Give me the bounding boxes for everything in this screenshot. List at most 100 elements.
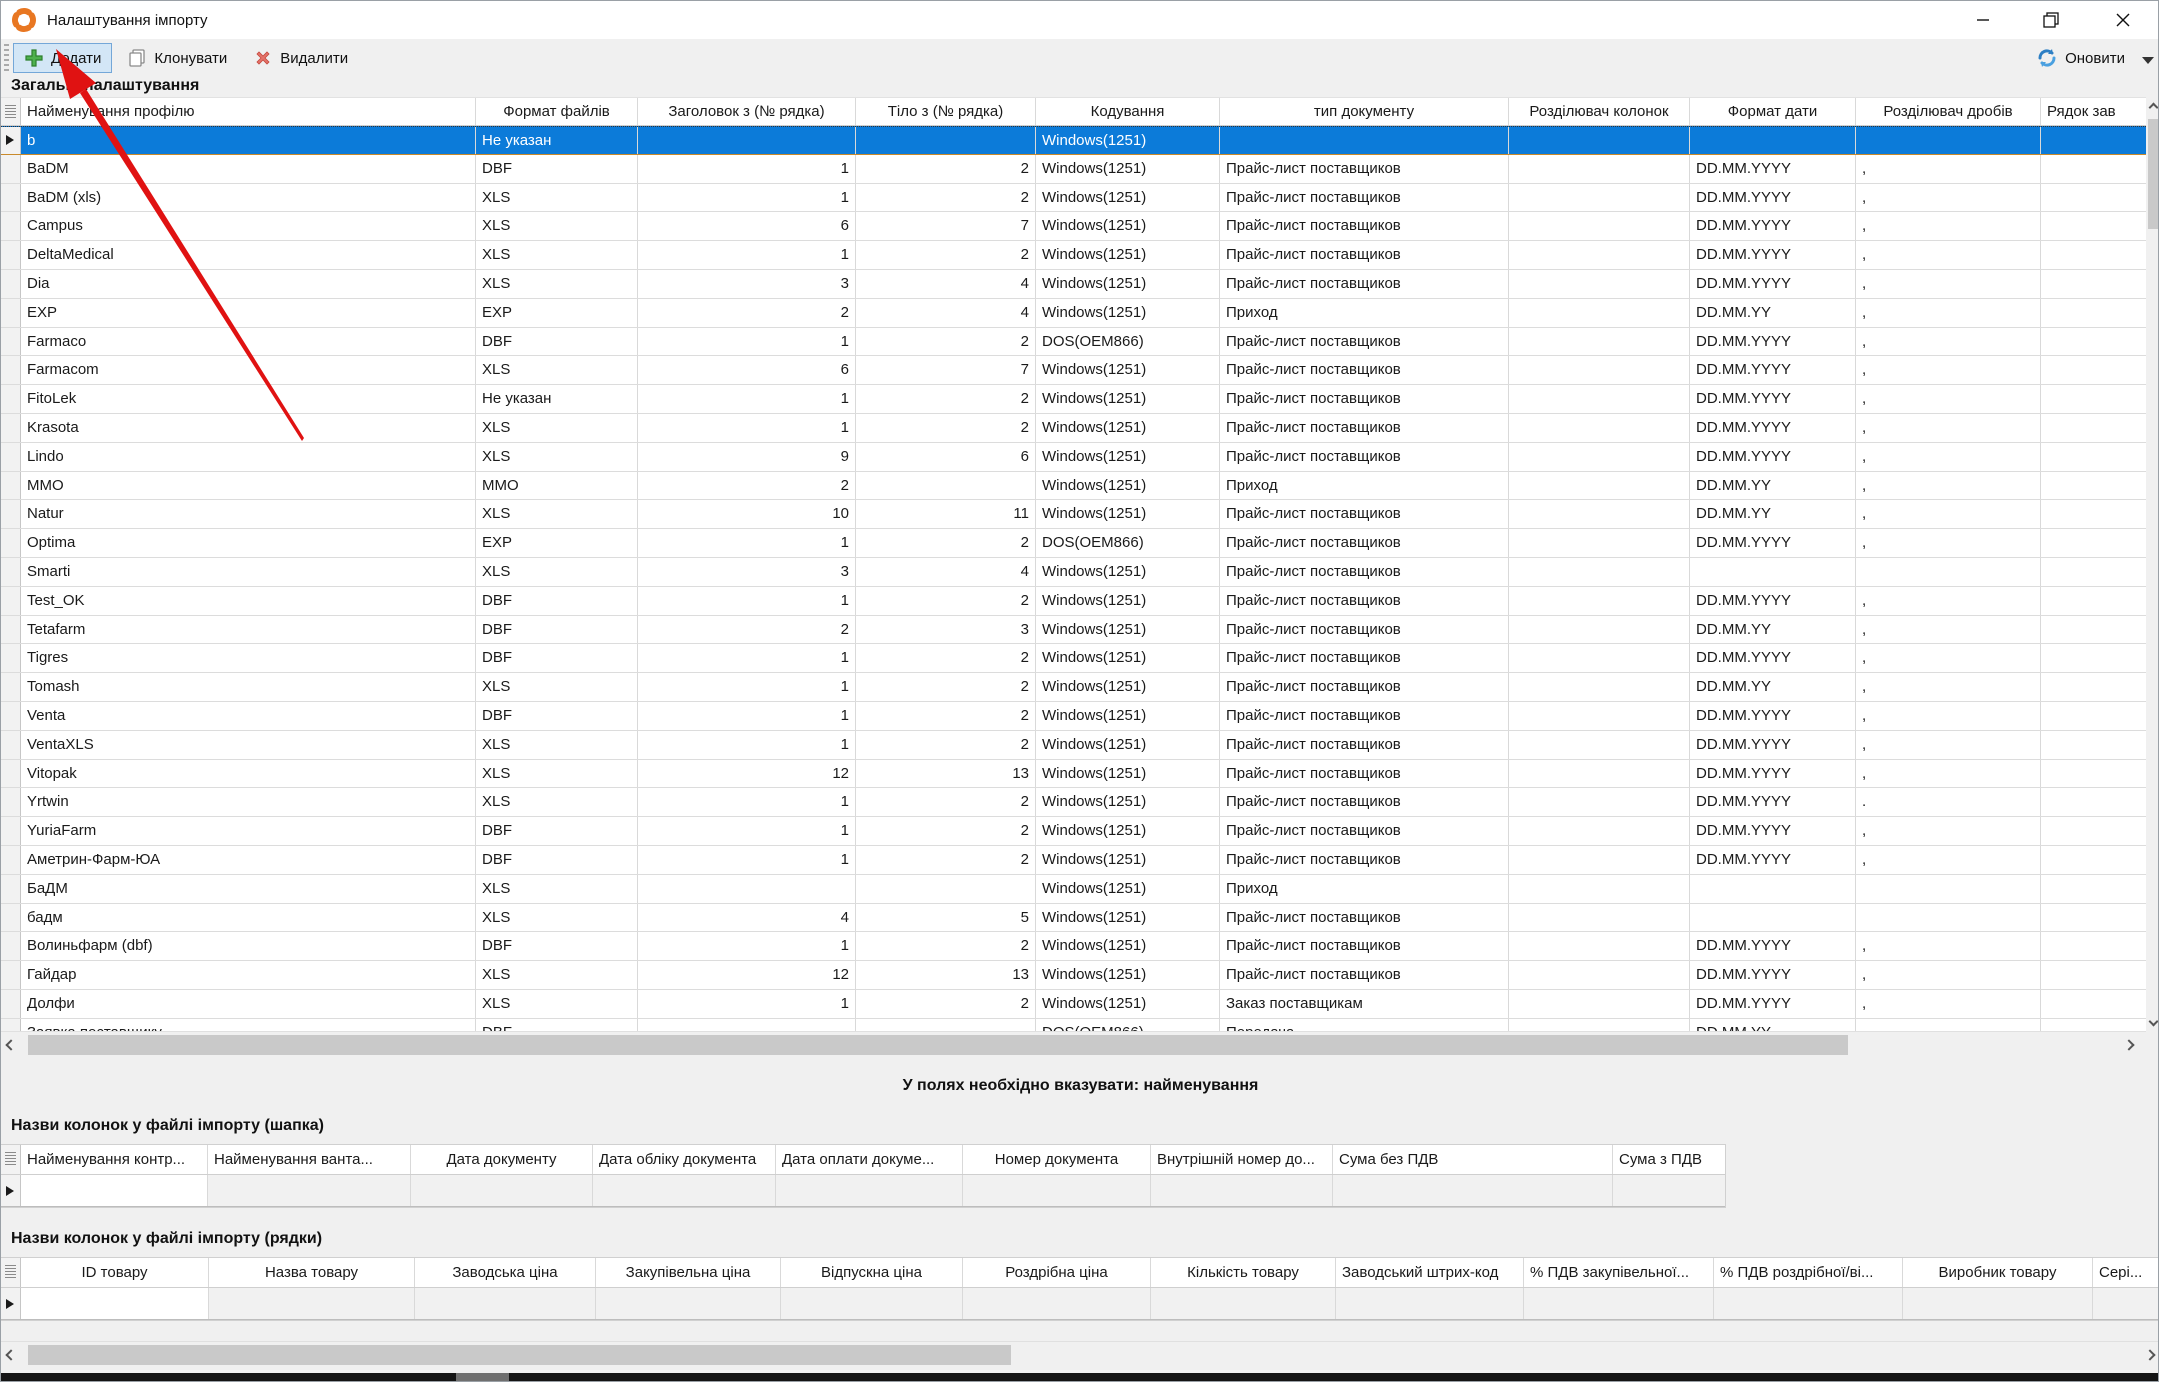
table-row[interactable]: бадм XLS 4 5 Windows(1251) Прайс-лист по… — [1, 904, 2146, 933]
table-row[interactable]: Dia XLS 3 4 Windows(1251) Прайс-лист пос… — [1, 270, 2146, 299]
column-header-quantity[interactable]: Кількість товару — [1151, 1258, 1336, 1287]
cell-counterparty[interactable] — [21, 1175, 208, 1206]
column-header-doc-number[interactable]: Номер документа — [963, 1145, 1151, 1174]
column-header-vat-purchase[interactable]: % ПДВ закупівельної... — [1524, 1258, 1714, 1287]
grid-selector-cell[interactable] — [1, 1258, 21, 1287]
table-row[interactable]: Tigres DBF 1 2 Windows(1251) Прайс-лист … — [1, 644, 2146, 673]
table-row[interactable]: Yrtwin XLS 1 2 Windows(1251) Прайс-лист … — [1, 788, 2146, 817]
column-header-consignee[interactable]: Найменування ванта... — [208, 1145, 411, 1174]
column-header-internal-number[interactable]: Внутрішній номер до... — [1151, 1145, 1333, 1174]
table-row[interactable]: Vitopak XLS 12 13 Windows(1251) Прайс-ли… — [1, 760, 2146, 789]
add-button[interactable]: Додати — [13, 43, 112, 73]
column-header-sum-without-vat[interactable]: Сума без ПДВ — [1333, 1145, 1613, 1174]
column-header-header-row[interactable]: Заголовок з (№ рядка) — [638, 98, 856, 125]
table-row[interactable]: Optima EXP 1 2 DOS(OEM866) Прайс-лист по… — [1, 529, 2146, 558]
table-row[interactable]: b Не указан Windows(1251) — [1, 126, 2146, 155]
cell-file-format: XLS — [476, 241, 638, 269]
vertical-scrollbar[interactable] — [2146, 97, 2159, 1031]
clone-button[interactable]: Клонувати — [116, 43, 238, 73]
table-row[interactable]: Tomash XLS 1 2 Windows(1251) Прайс-лист … — [1, 673, 2146, 702]
column-header-factory-price[interactable]: Заводська ціна — [415, 1258, 596, 1287]
horizontal-scrollbar[interactable] — [1, 1031, 2146, 1057]
table-row[interactable]: YuriaFarm DBF 1 2 Windows(1251) Прайс-ли… — [1, 817, 2146, 846]
row-columns-empty-row[interactable] — [1, 1288, 2159, 1320]
column-header-fraction-separator[interactable]: Розділювач дробів — [1856, 98, 2041, 125]
column-header-body-row[interactable]: Тіло з (№ рядка) — [856, 98, 1036, 125]
table-row[interactable]: Krasota XLS 1 2 Windows(1251) Прайс-лист… — [1, 414, 2146, 443]
scroll-down-icon[interactable] — [2146, 1011, 2159, 1031]
column-header-payment-date[interactable]: Дата оплати докуме... — [776, 1145, 963, 1174]
column-header-release-price[interactable]: Відпускна ціна — [781, 1258, 963, 1287]
window-title: Налаштування імпорту — [47, 12, 208, 29]
scroll-right-icon[interactable] — [2119, 1032, 2139, 1058]
cell-product-id[interactable] — [21, 1288, 209, 1319]
table-row[interactable]: Farmaco DBF 1 2 DOS(OEM866) Прайс-лист п… — [1, 328, 2146, 357]
header-columns-empty-row[interactable] — [1, 1175, 1725, 1207]
bottom-horizontal-scrollbar[interactable] — [1, 1341, 2159, 1367]
grid-selector-cell[interactable] — [1, 1145, 21, 1174]
cell-doc-date — [411, 1175, 593, 1206]
column-header-date-format[interactable]: Формат дати — [1690, 98, 1856, 125]
table-row[interactable]: Lindo XLS 9 6 Windows(1251) Прайс-лист п… — [1, 443, 2146, 472]
refresh-dropdown-arrow-icon[interactable] — [2142, 57, 2154, 64]
table-row[interactable]: EXP EXP 2 4 Windows(1251) Приход DD.MM.Y… — [1, 299, 2146, 328]
table-row[interactable]: Заявка поставщику DBF DOS(OEM866) Переда… — [1, 1019, 2146, 1031]
column-header-trailing[interactable]: Рядок зав — [2041, 98, 2146, 125]
close-button[interactable] — [2100, 1, 2146, 39]
table-row[interactable]: MMO MMO 2 Windows(1251) Приход DD.MM.YY … — [1, 472, 2146, 501]
table-row[interactable]: Аметрин-Фарм-ЮА DBF 1 2 Windows(1251) Пр… — [1, 846, 2146, 875]
column-header-vat-retail[interactable]: % ПДВ роздрібної/ві... — [1714, 1258, 1903, 1287]
column-header-doc-date[interactable]: Дата документу — [411, 1145, 593, 1174]
table-row[interactable]: Tetafarm DBF 2 3 Windows(1251) Прайс-лис… — [1, 616, 2146, 645]
table-row[interactable]: БаДМ XLS Windows(1251) Приход — [1, 875, 2146, 904]
column-header-encoding[interactable]: Кодування — [1036, 98, 1220, 125]
scroll-left-icon[interactable] — [1, 1032, 21, 1058]
table-row[interactable]: DeltaMedical XLS 1 2 Windows(1251) Прайс… — [1, 241, 2146, 270]
column-header-sum-with-vat[interactable]: Сума з ПДВ — [1613, 1145, 1725, 1174]
column-header-purchase-price[interactable]: Закупівельна ціна — [596, 1258, 781, 1287]
table-row[interactable]: BaDM DBF 1 2 Windows(1251) Прайс-лист по… — [1, 155, 2146, 184]
table-row[interactable]: Campus XLS 6 7 Windows(1251) Прайс-лист … — [1, 212, 2146, 241]
column-header-profile-name[interactable]: Найменування профілю — [21, 98, 476, 125]
column-header-series[interactable]: Сері... — [2093, 1258, 2159, 1287]
table-row[interactable]: Natur XLS 10 11 Windows(1251) Прайс-лист… — [1, 500, 2146, 529]
column-header-barcode[interactable]: Заводський штрих-код — [1336, 1258, 1524, 1287]
grid-selector-icon — [5, 1265, 16, 1278]
horizontal-scrollbar-thumb[interactable] — [28, 1035, 1848, 1055]
table-row[interactable]: Venta DBF 1 2 Windows(1251) Прайс-лист п… — [1, 702, 2146, 731]
table-row[interactable]: Гайдар XLS 12 13 Windows(1251) Прайс-лис… — [1, 961, 2146, 990]
column-header-column-separator[interactable]: Розділювач колонок — [1509, 98, 1690, 125]
scroll-left-icon[interactable] — [1, 1342, 21, 1368]
table-row[interactable]: Test_OK DBF 1 2 Windows(1251) Прайс-лист… — [1, 587, 2146, 616]
scroll-up-icon[interactable] — [2146, 97, 2159, 117]
grid-selector-cell[interactable] — [1, 98, 21, 125]
restore-button[interactable] — [2028, 1, 2074, 39]
bottom-horizontal-scrollbar-thumb[interactable] — [28, 1345, 1011, 1365]
cell-barcode — [1336, 1288, 1524, 1319]
vertical-scrollbar-thumb[interactable] — [2148, 119, 2158, 229]
column-header-manufacturer[interactable]: Виробник товару — [1903, 1258, 2093, 1287]
cell-file-format: XLS — [476, 500, 638, 528]
table-row[interactable]: Farmacom XLS 6 7 Windows(1251) Прайс-лис… — [1, 356, 2146, 385]
cell-header-row: 1 — [638, 731, 856, 759]
column-header-counterparty[interactable]: Найменування контр... — [21, 1145, 208, 1174]
table-row[interactable]: Долфи XLS 1 2 Windows(1251) Заказ постав… — [1, 990, 2146, 1019]
column-header-retail-price[interactable]: Роздрібна ціна — [963, 1258, 1151, 1287]
column-header-doc-type[interactable]: тип документу — [1220, 98, 1509, 125]
delete-button[interactable]: Видалити — [242, 43, 359, 73]
table-row[interactable]: BaDM (xls) XLS 1 2 Windows(1251) Прайс-л… — [1, 184, 2146, 213]
column-header-product-name[interactable]: Назва товару — [209, 1258, 415, 1287]
cell-doc-type: Прайс-лист поставщиков — [1220, 558, 1509, 586]
refresh-button[interactable]: Оновити — [2025, 43, 2136, 73]
column-header-file-format[interactable]: Формат файлів — [476, 98, 638, 125]
column-header-account-date[interactable]: Дата обліку документа — [593, 1145, 776, 1174]
table-row[interactable]: Smarti XLS 3 4 Windows(1251) Прайс-лист … — [1, 558, 2146, 587]
table-row[interactable]: VentaXLS XLS 1 2 Windows(1251) Прайс-лис… — [1, 731, 2146, 760]
toolbar-grip[interactable] — [4, 44, 9, 72]
column-header-product-id[interactable]: ID товару — [21, 1258, 209, 1287]
scroll-right-icon[interactable] — [2140, 1342, 2159, 1368]
table-row[interactable]: FitoLek Не указан 1 2 Windows(1251) Прай… — [1, 385, 2146, 414]
minimize-button[interactable] — [1960, 1, 2006, 39]
table-row[interactable]: Волиньфарм (dbf) DBF 1 2 Windows(1251) П… — [1, 932, 2146, 961]
cell-doc-type: Прайс-лист поставщиков — [1220, 212, 1509, 240]
